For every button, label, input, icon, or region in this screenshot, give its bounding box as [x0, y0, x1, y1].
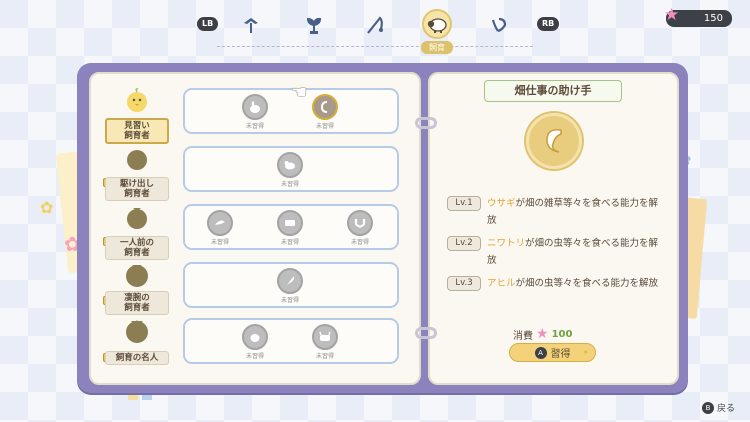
- level-3-row: Lv.3 アヒルが畑の虫等々を食べる能力を解放: [447, 275, 667, 292]
- star-icon: ★: [664, 5, 680, 25]
- skill-title: 畑仕事の助け手: [484, 80, 622, 102]
- skill-status: 未習得: [315, 123, 334, 130]
- chicken-silhouette-icon: [126, 265, 148, 287]
- rank-apprentice[interactable]: 見習い 飼育者: [105, 88, 169, 150]
- mushroom-icon[interactable]: [488, 14, 510, 36]
- rank-label: 一人前の 飼育者: [105, 236, 169, 260]
- level-2-row: Lv.2 ニワトリが畑の虫等々を食べる能力を解放: [447, 235, 667, 269]
- category-divider: [217, 46, 533, 47]
- active-category-label: 飼育: [421, 41, 453, 54]
- skill-slot[interactable]: 未習得: [276, 210, 304, 246]
- rank-label: 凄腕の 飼育者: [105, 291, 169, 315]
- sparkle-icon: ✦: [582, 348, 589, 357]
- sprout-icon[interactable]: [303, 14, 325, 36]
- learn-button[interactable]: A 習得 ✦: [509, 343, 596, 362]
- rank-expert[interactable]: 凄腕の 飼育者: [103, 262, 169, 324]
- bird-icon: [215, 220, 225, 225]
- back-button[interactable]: B 戻る: [702, 401, 735, 414]
- rank-label: 見習い 飼育者: [105, 118, 169, 144]
- feather-icon: [286, 276, 295, 286]
- skill-status: 未習得: [280, 297, 299, 304]
- dog-icon: [284, 161, 295, 170]
- skill-status: 未習得: [280, 181, 299, 188]
- lb-button[interactable]: LB: [197, 17, 219, 31]
- rank-label: 駆け出し 飼育者: [105, 177, 169, 201]
- level-description: ニワトリが畑の虫等々を食べる能力を解放: [487, 238, 659, 266]
- rooster-silhouette-icon: [126, 320, 148, 343]
- chick-icon: [127, 88, 147, 112]
- binder-ring: [415, 117, 437, 129]
- level-description: アヒルが畑の虫等々を食べる能力を解放: [487, 278, 659, 289]
- skill-status: 未習得: [210, 239, 229, 246]
- skill-slot[interactable]: 未習得: [241, 94, 269, 130]
- pointer-hand-icon: ☚: [291, 82, 308, 103]
- skill-status: 未習得: [280, 239, 299, 246]
- cost-value: 100: [551, 328, 573, 340]
- selected-skill-icon: [526, 113, 582, 169]
- rank-master[interactable]: 飼育の名人: [103, 318, 169, 370]
- skill-slot[interactable]: 未習得: [241, 324, 269, 360]
- skill-slot[interactable]: 未習得: [276, 268, 304, 304]
- skill-status: 未習得: [315, 353, 334, 360]
- cow-icon: [319, 331, 331, 341]
- star-counter: ★ 150: [664, 5, 732, 27]
- level-badge: Lv.3: [447, 276, 481, 291]
- skill-slot[interactable]: 未習得: [206, 210, 234, 246]
- fishing-rod-icon[interactable]: [364, 14, 386, 36]
- rank-journeyman[interactable]: 一人前の 飼育者: [103, 205, 169, 267]
- rb-button[interactable]: RB: [537, 17, 560, 31]
- chick-silhouette-icon: [127, 150, 147, 170]
- chicken-silhouette-icon: [127, 208, 147, 229]
- hook-icon: [546, 128, 562, 153]
- b-button-icon: B: [702, 401, 714, 414]
- skill-status: 未習得: [245, 353, 264, 360]
- magnet-icon: [354, 219, 366, 228]
- skill-status: 未習得: [350, 239, 369, 246]
- rank-beginner[interactable]: 駆け出し 飼育者: [103, 146, 169, 208]
- level-badge: Lv.1: [447, 196, 481, 211]
- star-count-value: 150: [703, 13, 723, 24]
- sheep-icon[interactable]: [426, 14, 448, 36]
- a-button-icon: A: [534, 346, 547, 359]
- level-description: ウサギが畑の雑草等々を食べる能力を解放: [487, 198, 659, 226]
- binder-ring: [415, 327, 437, 339]
- tool-icon[interactable]: [240, 14, 262, 36]
- level-1-row: Lv.1 ウサギが畑の雑草等々を食べる能力を解放: [447, 195, 667, 229]
- chick-feet-icon: [250, 334, 260, 342]
- skill-slot-selected[interactable]: 未習得: [311, 94, 339, 130]
- star-icon: ★: [536, 326, 549, 342]
- skill-cost: 消費 ★ 100: [513, 326, 572, 342]
- ticket-icon: [285, 220, 295, 226]
- learn-button-label: 習得: [550, 349, 571, 360]
- level-badge: Lv.2: [447, 236, 481, 251]
- skill-row-master: [183, 318, 399, 364]
- rank-label: 飼育の名人: [105, 351, 169, 365]
- skill-slot[interactable]: 未習得: [276, 152, 304, 188]
- skill-slot[interactable]: 未習得: [346, 210, 374, 246]
- cost-label: 消費: [513, 330, 533, 342]
- back-label: 戻る: [717, 404, 736, 414]
- skill-slot[interactable]: 未習得: [311, 324, 339, 360]
- rabbit-icon: [250, 101, 260, 113]
- flower-icon: ✿: [40, 198, 54, 217]
- hook-icon: [320, 101, 328, 113]
- skill-status: 未習得: [245, 123, 264, 130]
- skill-title-text: 畑仕事の助け手: [514, 84, 592, 97]
